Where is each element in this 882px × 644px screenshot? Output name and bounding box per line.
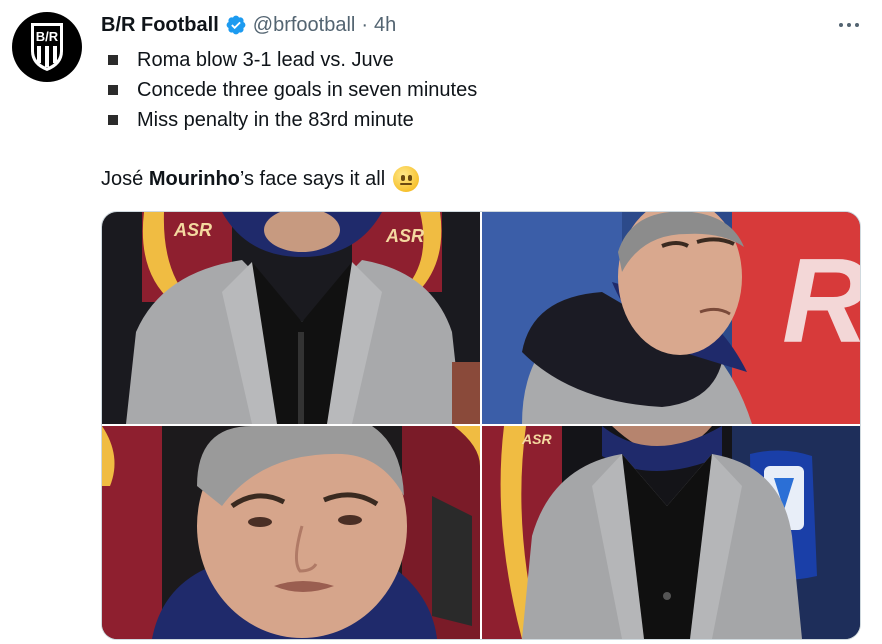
avatar[interactable]: B/R — [12, 12, 82, 82]
square-bullet-icon — [108, 115, 118, 125]
sign-text: ASR — [173, 220, 212, 240]
tweet-photo-3[interactable] — [102, 426, 480, 639]
separator-dot: · — [361, 13, 369, 36]
tweet-text: José Mourinho’s face says it all — [101, 164, 420, 194]
bullet-item: Miss penalty in the 83rd minute — [108, 105, 477, 135]
bullet-text: Roma blow 3-1 lead vs. Juve — [137, 49, 394, 71]
sign-text: ASR — [521, 431, 552, 447]
tweet-photo-2[interactable]: R — [482, 212, 860, 424]
sign-text: ASR — [385, 226, 424, 246]
author-handle[interactable]: @brfootball — [253, 14, 356, 37]
tweet-bullet-list: Roma blow 3-1 lead vs. Juve Concede thre… — [108, 45, 477, 135]
tweet-photo-4[interactable]: ASR — [482, 426, 860, 639]
bullet-item: Roma blow 3-1 lead vs. Juve — [108, 45, 477, 75]
avatar-logo-text: B/R — [36, 29, 59, 44]
tweet-media-grid: ASR ASR R — [101, 211, 861, 640]
tweet-text-end: ’s face says it all — [239, 168, 386, 190]
tweet-header: B/R Football @brfootball · 4h — [101, 12, 396, 38]
author-name[interactable]: B/R Football — [101, 14, 219, 37]
more-options-icon[interactable] — [834, 12, 864, 38]
neutral-face-emoji-icon — [393, 166, 420, 192]
sign-text: R — [782, 234, 860, 368]
tweet-text-bold-name: Mourinho — [148, 168, 240, 190]
bullet-item: Concede three goals in seven minutes — [108, 75, 477, 105]
br-shield-logo: B/R — [31, 23, 63, 71]
tweet-photo-1[interactable]: ASR ASR — [102, 212, 480, 424]
square-bullet-icon — [108, 85, 118, 95]
timestamp[interactable]: 4h — [374, 14, 396, 37]
square-bullet-icon — [108, 55, 118, 65]
bullet-text: Concede three goals in seven minutes — [137, 79, 478, 101]
verified-badge-icon — [226, 15, 246, 35]
bullet-text: Miss penalty in the 83rd minute — [137, 109, 414, 131]
tweet-text-start: José — [101, 168, 149, 190]
